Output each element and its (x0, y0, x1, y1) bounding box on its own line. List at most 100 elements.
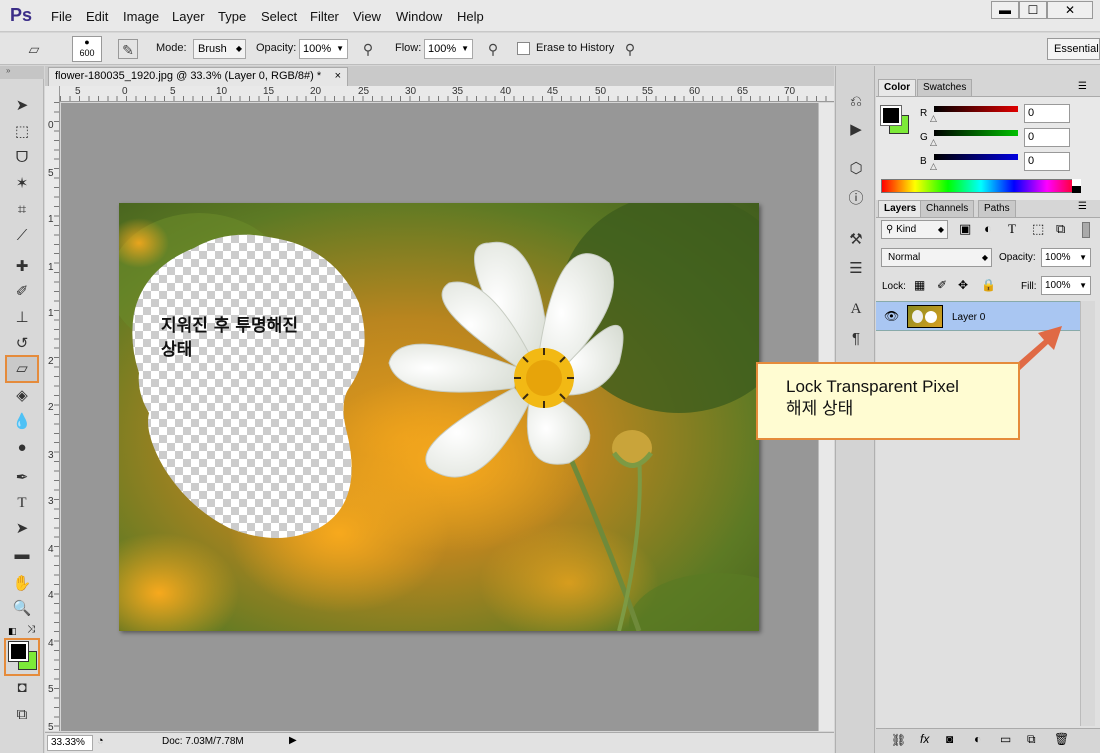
mode-dropdown[interactable]: Brush ◆ (193, 39, 246, 59)
green-value-input[interactable]: 0 (1024, 128, 1070, 147)
new-layer-icon[interactable]: ⧉ (1027, 732, 1036, 747)
rectangle-tool-icon[interactable]: ▬ (9, 543, 35, 567)
workspace-switcher[interactable]: Essential (1047, 38, 1100, 60)
tab-swatches[interactable]: Swatches (917, 79, 973, 96)
3d-panel-icon[interactable]: ⬡ (845, 158, 867, 180)
tab-layers[interactable]: Layers (878, 200, 923, 217)
delete-layer-icon[interactable]: 🗑 (1054, 732, 1069, 746)
brush-presets-icon[interactable]: ⚒ (845, 229, 867, 251)
layer-opacity-input[interactable]: 100% ▼ (1041, 248, 1091, 267)
filter-smart-object-icon[interactable]: ⧉ (1056, 221, 1065, 237)
eraser-preset-icon[interactable]: ▱ (24, 39, 44, 59)
layer-name[interactable]: Layer 0 (952, 312, 985, 323)
dodge-tool-icon[interactable]: ● (9, 436, 35, 460)
flow-input[interactable]: 100% ▼ (424, 39, 473, 59)
layer-filter-dropdown[interactable]: ⚲ Kind ◆ (881, 220, 948, 239)
erase-history-checkbox[interactable] (517, 42, 530, 55)
adjustments-panel-icon[interactable]: ☰ (845, 258, 867, 280)
blue-value-input[interactable]: 0 (1024, 152, 1070, 171)
brush-tool-icon[interactable]: ✐ (9, 280, 35, 304)
close-button[interactable]: ✕ (1047, 1, 1093, 19)
minimize-button[interactable]: ▬ (991, 1, 1019, 19)
filter-type-icon[interactable]: T (1008, 221, 1016, 237)
filter-pixel-icon[interactable]: ▣ (959, 221, 971, 237)
screen-mode-icon[interactable]: ⧉ (9, 703, 35, 727)
quick-mask-icon[interactable]: ◘ (9, 676, 35, 700)
menu-image[interactable]: Image (123, 9, 159, 24)
layers-scrollbar[interactable] (1080, 301, 1095, 726)
filter-shape-icon[interactable]: ⬚ (1032, 221, 1044, 237)
opacity-input[interactable]: 100% ▼ (299, 39, 348, 59)
stamp-tool-icon[interactable]: ⊥ (9, 306, 35, 330)
black-white-ramp[interactable] (1072, 179, 1081, 193)
default-colors-icon[interactable]: ◧ (8, 626, 17, 637)
menu-window[interactable]: Window (396, 9, 442, 24)
history-brush-icon[interactable]: ↺ (9, 332, 35, 356)
color-panel-menu-icon[interactable]: ☰ (1078, 81, 1087, 92)
lasso-tool-icon[interactable]: ᗜ (9, 146, 35, 170)
pen-tool-icon[interactable]: ✒ (9, 466, 35, 490)
blue-slider-handle-icon[interactable]: △ (930, 161, 937, 172)
lock-image-pixels-icon[interactable]: ✐ (937, 278, 947, 292)
horizontal-ruler[interactable]: 5 0 5 10 15 20 25 30 35 40 45 50 55 60 6… (60, 86, 834, 102)
tab-paths[interactable]: Paths (978, 200, 1016, 217)
layers-panel-menu-icon[interactable]: ☰ (1078, 201, 1087, 212)
info-panel-icon[interactable]: ⓘ (845, 188, 867, 210)
blue-slider[interactable] (934, 154, 1018, 160)
close-document-icon[interactable]: × (335, 68, 341, 85)
filter-toggle[interactable] (1082, 222, 1090, 238)
menu-help[interactable]: Help (457, 9, 484, 24)
swap-colors-icon[interactable]: ⤨ (27, 624, 35, 635)
filter-adjustment-icon[interactable]: ◐ (984, 221, 992, 236)
path-selection-icon[interactable]: ➤ (9, 517, 35, 541)
eraser-tool-icon[interactable]: ▱ (5, 355, 39, 383)
type-tool-icon[interactable]: T (9, 491, 35, 515)
green-slider[interactable] (934, 130, 1018, 136)
pressure-size-icon[interactable]: ⚲ (620, 39, 640, 59)
foreground-color-chip[interactable] (880, 105, 902, 126)
hand-tool-icon[interactable]: ✋ (9, 572, 35, 596)
lock-position-icon[interactable]: ✥ (958, 278, 968, 292)
menu-layer[interactable]: Layer (172, 9, 205, 24)
layer-thumbnail[interactable] (907, 305, 943, 328)
color-spectrum-bar[interactable] (881, 179, 1081, 193)
marquee-tool-icon[interactable]: ⬚ (9, 120, 35, 144)
document-canvas-image[interactable]: 지워진 후 투명해진 상태 (119, 203, 759, 631)
maximize-button[interactable]: ☐ (1019, 1, 1047, 19)
blend-mode-dropdown[interactable]: Normal ◆ (881, 248, 992, 267)
airbrush-icon[interactable]: ⚲ (483, 39, 503, 59)
eyedropper-icon[interactable]: ⟋ (9, 224, 35, 248)
document-tab[interactable]: flower-180035_1920.jpg @ 33.3% (Layer 0,… (48, 67, 348, 86)
crop-tool-icon[interactable]: ⌗ (9, 198, 35, 222)
menu-edit[interactable]: Edit (86, 9, 108, 24)
pressure-opacity-icon[interactable]: ⚲ (358, 39, 378, 59)
paint-bucket-icon[interactable]: ◈ (9, 384, 35, 408)
red-slider-handle-icon[interactable]: △ (930, 113, 937, 124)
zoom-field[interactable]: 33.33% (47, 735, 93, 751)
adjustment-layer-icon[interactable]: ◐ (974, 732, 981, 746)
layer-mask-icon[interactable]: ◙ (946, 732, 953, 746)
foreground-color-swatch[interactable] (8, 641, 29, 662)
magic-wand-icon[interactable]: ✶ (9, 172, 35, 196)
healing-brush-icon[interactable]: ✚ (9, 255, 35, 279)
collapse-toolbar-icon[interactable]: » (0, 66, 44, 79)
visibility-eye-icon[interactable]: 👁 (884, 309, 899, 323)
history-panel-icon[interactable]: ⎌ (845, 91, 867, 113)
fill-input[interactable]: 100% ▼ (1041, 276, 1091, 295)
blur-tool-icon[interactable]: 💧 (9, 410, 35, 434)
brush-size-picker[interactable]: ● 600 (72, 36, 102, 62)
menu-filter[interactable]: Filter (310, 9, 339, 24)
red-slider[interactable] (934, 106, 1018, 112)
red-value-input[interactable]: 0 (1024, 104, 1070, 123)
zoom-tool-icon[interactable]: 🔍 (9, 597, 35, 621)
status-options-icon[interactable]: ◔ (97, 735, 104, 747)
layer-style-icon[interactable]: fx (920, 732, 929, 746)
menu-file[interactable]: File (51, 9, 72, 24)
character-panel-icon[interactable]: A (845, 298, 867, 320)
menu-view[interactable]: View (353, 9, 381, 24)
new-group-icon[interactable]: ▭ (1000, 732, 1011, 746)
brush-panel-icon[interactable]: ✎ (118, 39, 138, 59)
link-layers-icon[interactable]: ⛓ (891, 733, 906, 747)
lock-all-icon[interactable]: 🔒 (981, 278, 996, 292)
status-menu-arrow-icon[interactable]: ▶ (289, 735, 297, 746)
